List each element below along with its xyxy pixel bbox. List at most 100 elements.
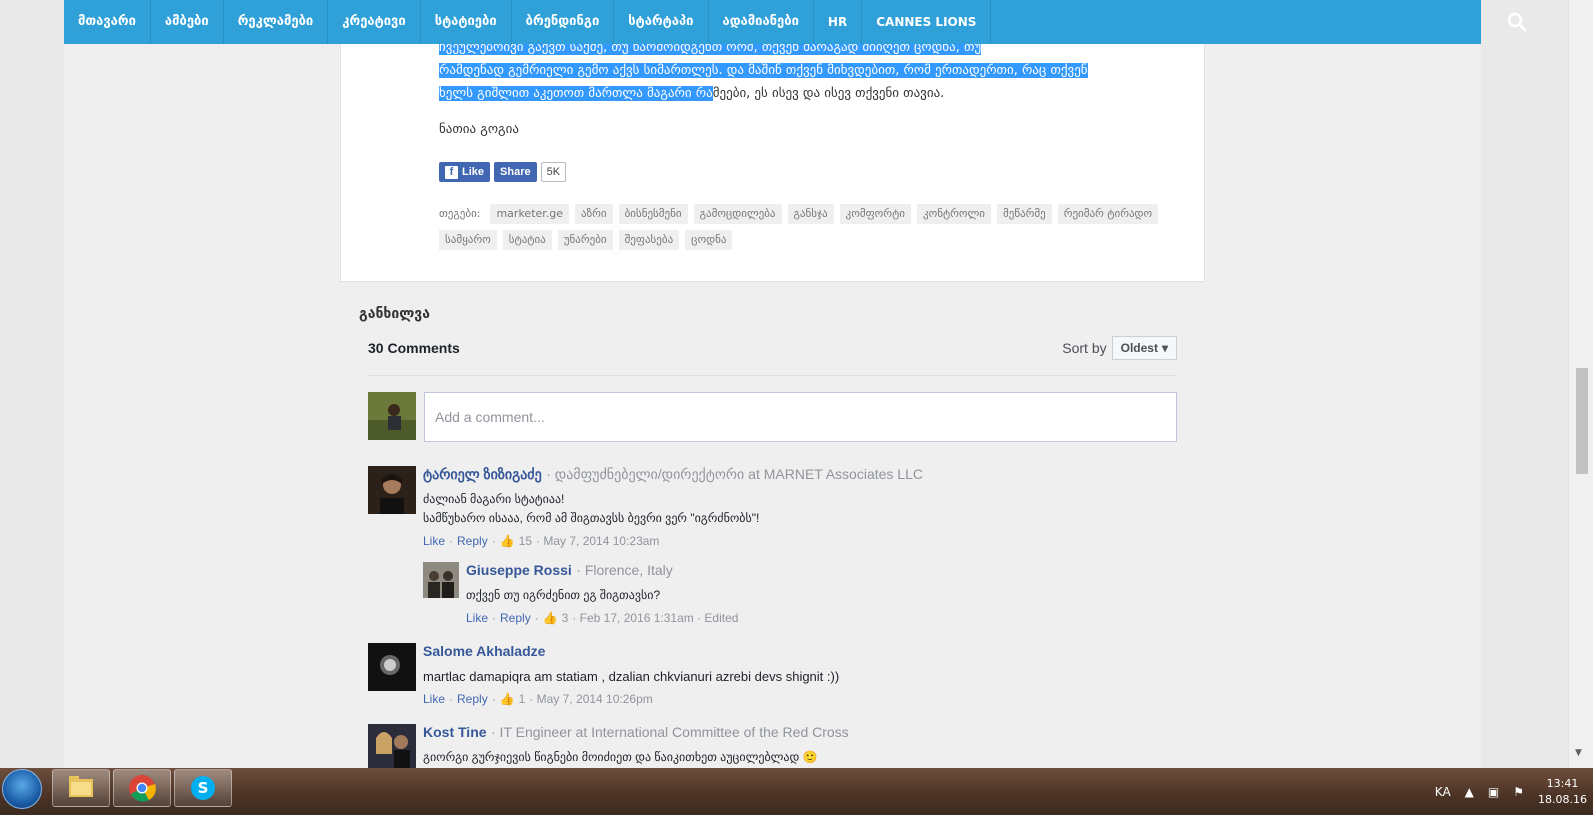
comment-text-line: სამწუხარო ისააა, რომ ამ შიგთავსს ბევრი ვ… <box>423 511 760 525</box>
scroll-down-arrow-icon[interactable]: ▼ <box>1575 748 1582 758</box>
comment-reply-link[interactable]: Reply <box>457 534 488 548</box>
tag-link[interactable]: კომფორტი <box>839 204 911 224</box>
system-tray: KA ▲ ▣ ⚑ 13:41 18.08.16 <box>1435 768 1587 815</box>
reply: Giuseppe Rossi · Florence, Italy თქვენ თ… <box>423 562 1177 625</box>
commenter-name[interactable]: Giuseppe Rossi <box>466 562 572 578</box>
comment: Salome Akhaladze martlac damapiqra am st… <box>368 643 1177 706</box>
tag-link[interactable]: რეიმარ ტირადო <box>1057 204 1159 224</box>
tag-link[interactable]: შეფასება <box>618 230 680 250</box>
tag-link[interactable]: ცოდნა <box>685 230 733 250</box>
search-icon[interactable] <box>1505 10 1529 34</box>
comment-actions: Like · Reply · 👍 1 · May 7, 2014 10:26pm <box>423 692 653 706</box>
facebook-icon: f <box>445 165 458 179</box>
comment-reply-link[interactable]: Reply <box>500 611 531 625</box>
social-buttons: f Like Share 5K <box>439 162 567 182</box>
flag-icon[interactable]: ⚑ <box>1513 785 1524 799</box>
comment-body: Giuseppe Rossi · Florence, Italy თქვენ თ… <box>466 562 1177 625</box>
nav-item-news[interactable]: ამბები <box>151 0 224 44</box>
tag-link[interactable]: უნარები <box>557 230 613 250</box>
comment-input[interactable]: Add a comment... <box>424 392 1177 442</box>
folder-icon <box>69 776 93 797</box>
fb-like-label: Like <box>462 166 485 178</box>
like-count: 1 <box>518 692 526 706</box>
comment-body: ტარიელ ზიზიგაძე · დამფუძნებელი/დირექტორი… <box>423 466 1177 625</box>
skype-taskbar-button[interactable]: S <box>174 769 232 807</box>
site-content: ჩვეულებრივი გაქვთ საქმე, თუ წარმოიდგენთ … <box>64 0 1481 768</box>
commenter-meta: · დამფუძნებელი/დირექტორი at MARNET Assoc… <box>546 466 923 482</box>
discussion-title: განხილვა <box>359 306 430 322</box>
commenter-meta: · IT Engineer at International Committee… <box>490 724 849 740</box>
avatar <box>368 392 416 440</box>
nav-item-startup[interactable]: სტარტაპი <box>614 0 709 44</box>
nav-item-cannes-lions[interactable]: CANNES LIONS <box>862 0 992 44</box>
commenter-name[interactable]: Salome Akhaladze <box>423 643 545 659</box>
comment-like-link[interactable]: Like <box>466 611 488 625</box>
thumbs-up-icon: 👍 <box>499 692 515 706</box>
tag-link[interactable]: სტატია <box>502 230 552 250</box>
tag-link[interactable]: გამოცდილება <box>693 204 782 224</box>
comment-text-line: ძალიან მაგარი სტატიაა! <box>423 492 565 506</box>
comment-actions: Like · Reply · 👍 15 · May 7, 2014 10:23a… <box>423 534 660 548</box>
main-navigation: მთავარი ამბები რეკლამები კრეატივი სტატიე… <box>64 0 1527 44</box>
explorer-taskbar-button[interactable] <box>52 769 110 807</box>
avatar <box>368 643 416 691</box>
selected-text-line-2: რამდენად გემრიელი გემო აქვს სიმართლეს. დ… <box>439 63 1088 78</box>
tag-link[interactable]: მეწარმე <box>996 204 1052 224</box>
comment: ტარიელ ზიზიგაძე · დამფუძნებელი/დირექტორი… <box>368 466 1177 625</box>
comment-text: გიორგი გურჯიევის წიგნები მოიძიეთ და წაიკ… <box>423 750 818 764</box>
skype-icon: S <box>191 776 215 800</box>
comment-date: · May 7, 2014 10:23am <box>536 534 660 548</box>
comment-reply-link[interactable]: Reply <box>457 692 488 706</box>
comment-body: Kost Tine · IT Engineer at International… <box>423 724 1177 768</box>
commenter-name[interactable]: ტარიელ ზიზიგაძე <box>423 466 542 482</box>
sort-value: Oldest <box>1120 341 1158 355</box>
fb-share-button[interactable]: Share <box>494 162 537 182</box>
nav-item-home[interactable]: მთავარი <box>64 0 151 44</box>
clock-time: 13:41 <box>1546 776 1579 790</box>
comment-like-link[interactable]: Like <box>423 534 445 548</box>
nav-item-people[interactable]: ადამიანები <box>709 0 814 44</box>
tray-arrow-icon[interactable]: ▲ <box>1465 785 1474 799</box>
network-icon[interactable]: ▣ <box>1488 785 1499 799</box>
tag-link[interactable]: აზრი <box>575 204 613 224</box>
comment-actions: Like · Reply · 👍 3 · Feb 17, 2016 1:31am… <box>466 611 739 625</box>
thumbs-up-icon: 👍 <box>542 611 558 625</box>
nav-item-creative[interactable]: კრეატივი <box>328 0 421 44</box>
tag-link[interactable]: ბისნესმენი <box>618 204 688 224</box>
caret-down-icon: ▾ <box>1161 341 1168 355</box>
language-indicator[interactable]: KA <box>1435 785 1451 799</box>
article-author: ნათია გოგია <box>439 122 519 137</box>
divider <box>368 375 1177 376</box>
chrome-taskbar-button[interactable] <box>113 769 171 807</box>
tag-link[interactable]: marketer.ge <box>490 204 570 224</box>
selected-text-line-3: ხელს გიშლით აკეთოთ მართლა მაგარი რა <box>439 86 713 101</box>
nav-item-ads[interactable]: რეკლამები <box>224 0 329 44</box>
sort-dropdown[interactable]: Oldest ▾ <box>1111 336 1177 360</box>
vertical-scrollbar[interactable]: ▼ <box>1568 0 1593 768</box>
avatar <box>368 724 416 768</box>
tag-link[interactable]: კონტროლი <box>916 204 991 224</box>
nav-item-articles[interactable]: სტატიები <box>421 0 512 44</box>
tags-label: თეგები: <box>439 207 481 220</box>
like-count: 3 <box>561 611 569 625</box>
clock[interactable]: 13:41 18.08.16 <box>1538 776 1587 808</box>
scrollbar-thumb[interactable] <box>1576 368 1588 474</box>
nav-item-hr[interactable]: HR <box>814 0 863 44</box>
start-button[interactable] <box>2 769 42 809</box>
clock-date: 18.08.16 <box>1538 792 1587 806</box>
article-text-rest: მეები, ეს ისევ და ისევ თქვენი თავია. <box>712 86 945 101</box>
comment-like-link[interactable]: Like <box>423 692 445 706</box>
like-count: 15 <box>518 534 533 548</box>
tag-link[interactable]: განსჯა <box>787 204 834 224</box>
comment-date: · Feb 17, 2016 1:31am · Edited <box>572 611 739 625</box>
windows-taskbar: S KA ▲ ▣ ⚑ 13:41 18.08.16 <box>0 768 1593 815</box>
comment: Kost Tine · IT Engineer at International… <box>368 724 1177 768</box>
fb-share-label: Share <box>500 166 531 178</box>
comment-text: ძალიან მაგარი სტატიაა! სამწუხარო ისააა, … <box>423 490 1177 528</box>
nav-item-branding[interactable]: ბრენდინგი <box>512 0 615 44</box>
tag-link[interactable]: სამყარო <box>439 230 497 250</box>
comment-body: Salome Akhaladze martlac damapiqra am st… <box>423 643 1177 706</box>
avatar <box>368 466 416 514</box>
fb-like-button[interactable]: f Like <box>439 162 491 182</box>
commenter-name[interactable]: Kost Tine <box>423 724 487 740</box>
